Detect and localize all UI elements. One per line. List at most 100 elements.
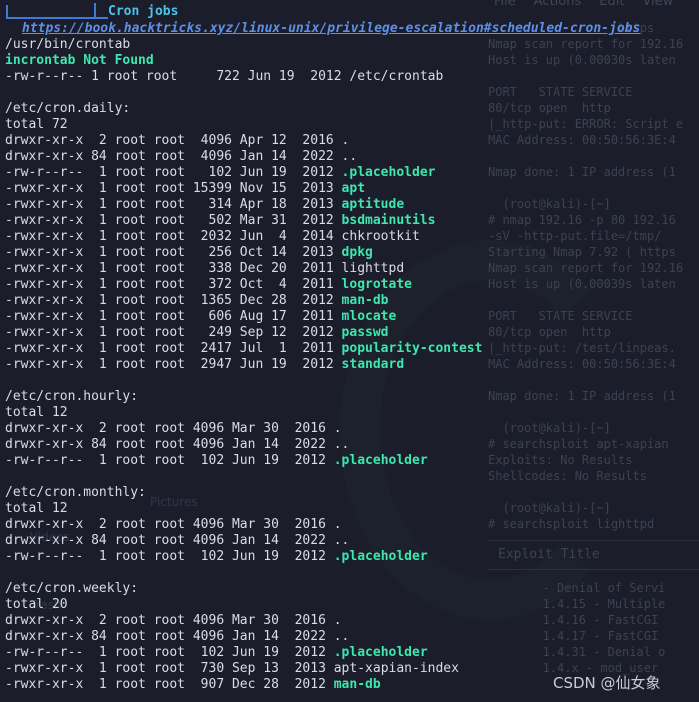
terminal-line: drwxr-xr-x 84 root root 4096 Jan 14 2022… bbox=[5, 149, 482, 165]
terminal-line: /etc/cron.daily: bbox=[5, 101, 482, 117]
background-line: Exploits: No Results bbox=[488, 453, 633, 467]
background-line bbox=[488, 292, 683, 308]
exploit-rows: - Denial of Servi 1.4.15 - Multiple 1.4.… bbox=[492, 580, 666, 676]
section-frame-line bbox=[6, 5, 108, 19]
line-text: drwxr-xr-x 84 root root 4096 Jan 14 2022 bbox=[5, 149, 342, 164]
background-line bbox=[488, 148, 683, 164]
terminal-line: -rwxr-xr-x 1 root root 314 Apr 18 2013 a… bbox=[5, 197, 482, 213]
terminal-line: total 12 bbox=[5, 405, 482, 421]
file-name: .. bbox=[333, 533, 350, 548]
file-name: logrotate bbox=[341, 277, 412, 292]
menu-view[interactable]: View bbox=[642, 0, 673, 9]
file-name: . bbox=[333, 613, 342, 628]
line-text: -rw-r--r-- 1 root root 102 Jun 19 2012 bbox=[5, 165, 342, 180]
terminal-line: /etc/cron.hourly: bbox=[5, 389, 482, 405]
file-name: passwd bbox=[341, 325, 389, 340]
background-line: Host is up (0.00030s laten bbox=[488, 53, 676, 67]
terminal-line: total 20 bbox=[5, 597, 482, 613]
menu-file[interactable]: File bbox=[494, 0, 516, 9]
line-text: -rwxr-xr-x 1 root root 372 Oct 4 2011 bbox=[5, 277, 342, 292]
background-terminal[interactable]: https Nmap scan report for 192.16 Host is … bbox=[488, 0, 699, 702]
file-name: apt bbox=[341, 181, 366, 196]
terminal-line: total 72 bbox=[5, 117, 482, 133]
file-name: . bbox=[333, 421, 342, 436]
background-line: 80/tcp open http bbox=[488, 101, 611, 115]
line-text: /etc/cron.weekly: bbox=[5, 581, 139, 596]
file-name: .. bbox=[333, 437, 350, 452]
line-text: total 72 bbox=[5, 117, 68, 132]
exploit-row: - Denial of Servi bbox=[492, 581, 666, 595]
line-text: /etc/cron.hourly: bbox=[5, 389, 139, 404]
file-name: dpkg bbox=[341, 245, 373, 260]
exploit-title-header: Exploit Title bbox=[488, 540, 699, 570]
section-frame-tick bbox=[94, 3, 96, 17]
background-line: -sV -http-put.file=/tmp/ bbox=[488, 229, 662, 243]
line-text: -rwxr-xr-x 1 root root 502 Mar 31 2012 bbox=[5, 213, 342, 228]
line-text: drwxr-xr-x 84 root root 4096 Jan 14 2022 bbox=[5, 629, 334, 644]
line-text: -rwxr-xr-x 1 root root 2032 Jun 4 2014 bbox=[5, 229, 342, 244]
background-line: # searchsploit lighttpd bbox=[488, 517, 655, 531]
menu-actions[interactable]: Actions bbox=[534, 0, 582, 9]
background-line: PORT STATE SERVICE bbox=[488, 85, 633, 99]
file-name: man-db bbox=[341, 293, 389, 308]
hacktricks-link[interactable]: https://book.hacktricks.xyz/linux-unix/p… bbox=[22, 21, 640, 36]
background-line: |_http-put: /test/linpeas. bbox=[488, 341, 676, 355]
terminal-line: -rw-r--r-- 1 root root 102 Jun 19 2012 .… bbox=[5, 453, 482, 469]
terminal-line: -rwxr-xr-x 1 root root 15399 Nov 15 2013… bbox=[5, 181, 482, 197]
background-line: # nmap 192.16 -p 80 192.16 bbox=[488, 213, 676, 227]
line-text: -rwxr-xr-x 1 root root 1365 Dec 28 2012 bbox=[5, 293, 342, 308]
terminal-line: drwxr-xr-x 2 root root 4096 Mar 30 2016 … bbox=[5, 613, 482, 629]
file-name: .. bbox=[333, 629, 350, 644]
terminal-line: drwxr-xr-x 84 root root 4096 Jan 14 2022… bbox=[5, 533, 482, 549]
line-text: -rwxr-xr-x 1 root root 730 Sep 13 2013 bbox=[5, 661, 334, 676]
terminal-line: -rw-r--r-- 1 root root 722 Jun 19 2012 /… bbox=[5, 69, 482, 85]
terminal-line: total 12 bbox=[5, 501, 482, 517]
background-line: (root@kali)-[~] bbox=[488, 501, 611, 515]
line-text: drwxr-xr-x 2 root root 4096 Apr 12 2016 bbox=[5, 133, 342, 148]
terminal-line: -rwxr-xr-x 1 root root 2947 Jun 19 2012 … bbox=[5, 357, 482, 373]
background-line: Nmap done: 1 IP address (1 bbox=[488, 389, 676, 403]
terminal-line: -rwxr-xr-x 1 root root 2417 Jul 1 2011 p… bbox=[5, 341, 482, 357]
line-text: drwxr-xr-x 2 root root 4096 Mar 30 2016 bbox=[5, 517, 334, 532]
exploit-row: 1.4.17 - FastCGI bbox=[492, 629, 659, 643]
background-terminal-output: https Nmap scan report for 192.16 Host is … bbox=[488, 20, 683, 532]
terminal-line: /etc/cron.weekly: bbox=[5, 581, 482, 597]
background-line: MAC Address: 00:50:56:3E:4 bbox=[488, 133, 676, 147]
line-text: total 20 bbox=[5, 597, 68, 612]
terminal-line: drwxr-xr-x 2 root root 4096 Mar 30 2016 … bbox=[5, 421, 482, 437]
file-name: bsdmainutils bbox=[341, 213, 436, 228]
terminal-line: -rwxr-xr-x 1 root root 372 Oct 4 2011 lo… bbox=[5, 277, 482, 293]
background-terminal-menubar: File Actions Edit View bbox=[494, 0, 691, 9]
terminal-line: -rwxr-xr-x 1 root root 1365 Dec 28 2012 … bbox=[5, 293, 482, 309]
line-text: -rwxr-xr-x 1 root root 249 Sep 12 2012 bbox=[5, 325, 342, 340]
line-text: total 12 bbox=[5, 405, 68, 420]
file-name: . bbox=[341, 133, 350, 148]
file-name: .placeholder bbox=[333, 453, 428, 468]
background-line: PORT STATE SERVICE bbox=[488, 309, 633, 323]
background-line: 80/tcp open http bbox=[488, 325, 611, 339]
line-text: drwxr-xr-x 2 root root 4096 Mar 30 2016 bbox=[5, 421, 334, 436]
line-text: -rwxr-xr-x 1 root root 2947 Jun 19 2012 bbox=[5, 357, 342, 372]
cron-jobs-output: /usr/bin/crontab incrontab Not Found -rw-r… bbox=[0, 37, 482, 693]
terminal-line: -rwxr-xr-x 1 root root 338 Dec 20 2011 l… bbox=[5, 261, 482, 277]
csdn-watermark: CSDN @仙女象 bbox=[553, 674, 661, 692]
line-text: -rwxr-xr-x 1 root root 606 Aug 17 2011 bbox=[5, 309, 342, 324]
exploit-row: 1.4.15 - Multiple bbox=[492, 597, 666, 611]
exploit-row: 1.4.31 - Denial o bbox=[492, 645, 666, 659]
terminal-line: -rw-r--r-- 1 root root 102 Jun 19 2012 .… bbox=[5, 645, 482, 661]
terminal-line: -rwxr-xr-x 1 root root 2032 Jun 4 2014 c… bbox=[5, 229, 482, 245]
terminal-line: -rw-r--r-- 1 root root 102 Jun 19 2012 .… bbox=[5, 165, 482, 181]
terminal-line: drwxr-xr-x 2 root root 4096 Mar 30 2016 … bbox=[5, 517, 482, 533]
background-line: Starting Nmap 7.92 ( https bbox=[488, 245, 676, 259]
background-line bbox=[488, 484, 683, 500]
line-text: -rw-r--r-- 1 root root 722 Jun 19 2012 /… bbox=[5, 69, 444, 84]
background-line: Nmap scan report for 192.16 bbox=[488, 37, 684, 51]
line-text: -rwxr-xr-x 1 root root 907 Dec 28 2012 bbox=[5, 677, 334, 692]
menu-edit[interactable]: Edit bbox=[599, 0, 624, 9]
file-name: apt-xapian-index bbox=[333, 661, 459, 676]
terminal-line: -rwxr-xr-x 1 root root 249 Sep 12 2012 p… bbox=[5, 325, 482, 341]
terminal-line: incrontab Not Found bbox=[5, 53, 482, 69]
terminal-line: drwxr-xr-x 84 root root 4096 Jan 14 2022… bbox=[5, 437, 482, 453]
